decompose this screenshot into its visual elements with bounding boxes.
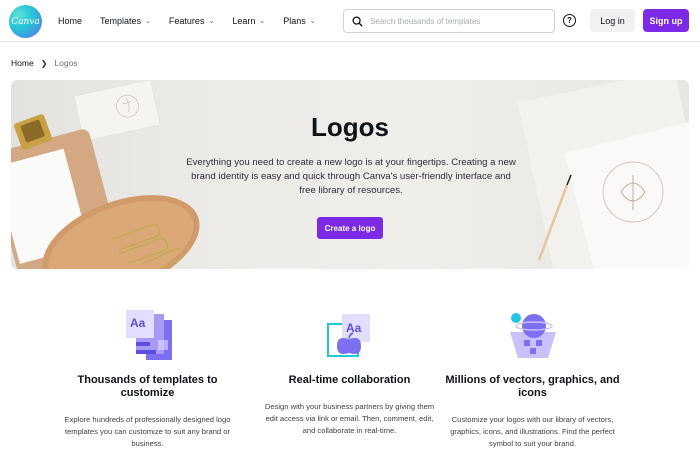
logo-card-image [517,80,689,269]
help-icon[interactable]: ? [563,14,576,27]
nav-templates-label: Templates [100,16,142,26]
nav-home-label: Home [58,16,83,26]
chevron-down-icon: ⌄ [259,18,266,25]
svg-text:Aa: Aa [346,321,362,335]
feature-title: Real-time collaboration [288,374,411,386]
search-icon [352,15,363,27]
nav-features-label: Features [168,16,205,26]
logo-text: Canva [11,16,40,27]
nav-learn[interactable]: Learn ⌄ [232,16,265,26]
search-box[interactable] [343,9,555,33]
create-logo-button[interactable]: Create a logo [317,217,383,239]
signup-label: Sign up [649,15,683,26]
feature-description: Customize your logos with our library of… [450,415,615,448]
search-input[interactable] [370,16,550,26]
feature-title: Millions of vectors, graphics, and icons [445,374,620,399]
canva-logo[interactable]: Canva [9,5,42,38]
nav-plans[interactable]: Plans ⌄ [283,16,315,26]
nav-learn-label: Learn [232,16,256,26]
feature-title: Thousands of templates to customize [77,374,218,399]
vectors-icon [509,313,556,358]
login-button[interactable]: Log in [590,9,635,32]
feature-templates: Aa Thousands of templates to customize E… [60,310,235,450]
breadcrumb: Home ❯ Logos [11,58,78,68]
feature-vectors: Millions of vectors, graphics, and icons… [445,310,620,450]
feature-description: Design with your business partners by gi… [264,402,435,435]
feature-collaboration: Aa Real-time collaboration Design with y… [262,310,437,437]
nav-features[interactable]: Features ⌄ [169,16,214,26]
main-nav: Home Templates ⌄ Features ⌄ Learn ⌄ Plans ⌄ [58,0,334,42]
chevron-down-icon: ⌄ [145,18,151,25]
templates-icon: Aa [125,310,172,360]
collaboration-icon: Aa [326,314,370,357]
chevron-down-icon: ⌄ [309,18,316,25]
nav-home[interactable]: Home [58,16,82,26]
nav-plans-label: Plans [283,16,306,26]
breadcrumb-current: Logos [54,58,78,68]
breadcrumb-home[interactable]: Home [11,58,34,68]
nav-templates[interactable]: Templates ⌄ [100,16,151,26]
hero-banner: Logos Everything you need to create a ne… [11,80,689,269]
signup-button[interactable]: Sign up [643,9,689,32]
chevron-right-icon: ❯ [40,58,48,68]
svg-text:Aa: Aa [130,316,146,330]
page-title: Logos [311,112,389,142]
feature-description: Explore hundreds of professionally desig… [64,415,231,448]
hero-description: Everything you need to create a new logo… [186,157,516,196]
help-icon-glyph: ? [567,16,572,25]
chevron-down-icon: ⌄ [208,18,215,25]
create-logo-label: Create a logo [324,223,376,233]
top-nav: Canva Home Templates ⌄ Features ⌄ Learn ⌄ P… [0,0,700,42]
login-label: Log in [600,15,625,26]
